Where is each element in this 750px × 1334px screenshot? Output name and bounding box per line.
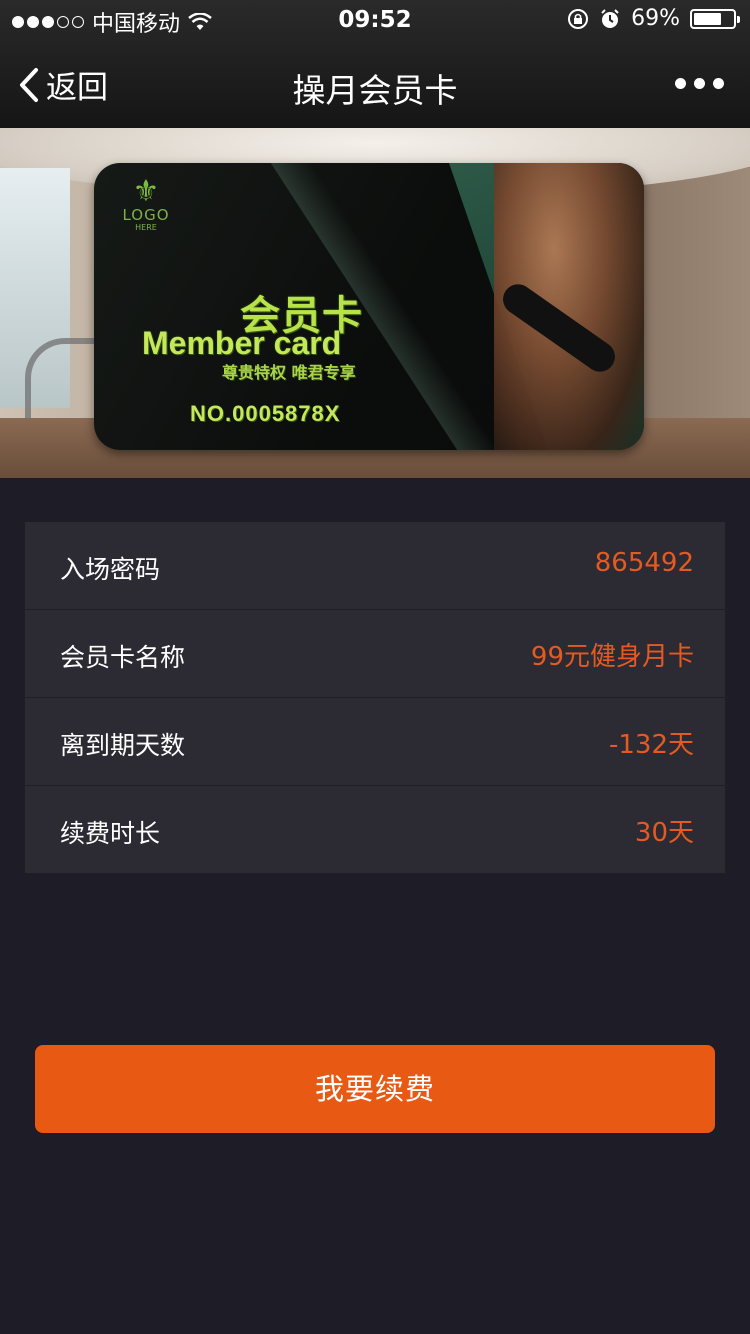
renewal-duration-label: 续费时长 xyxy=(60,819,161,848)
status-right: 69% xyxy=(567,6,740,31)
page-title: 操月会员卡 xyxy=(292,71,458,110)
list-item: 会员卡名称 99元健身月卡 xyxy=(25,610,725,698)
rotation-lock-icon xyxy=(568,8,589,29)
card-logo: ⚜ LOGO HERE xyxy=(116,174,176,233)
card-name-label: 会员卡名称 xyxy=(60,643,186,672)
card-title-en: Member card xyxy=(142,325,342,361)
renew-button[interactable]: 我要续费 xyxy=(35,1045,715,1133)
battery-percent: 69% xyxy=(631,6,680,31)
card-number: NO.0005878X xyxy=(190,401,341,426)
member-card: ⚜ LOGO HERE 会员卡 Member card 尊贵特权 唯君专享 NO… xyxy=(94,163,644,450)
days-to-expiry-label: 离到期天数 xyxy=(60,731,186,760)
days-to-expiry-value: -132天 xyxy=(608,730,694,760)
card-name-value: 99元健身月卡 xyxy=(530,642,694,672)
renewal-duration-value: 30天 xyxy=(634,818,694,848)
nav-bar: 返回 操月会员卡 xyxy=(0,40,750,128)
list-item: 入场密码 865492 xyxy=(25,522,725,610)
more-options-icon[interactable] xyxy=(675,78,724,89)
list-item: 离到期天数 -132天 xyxy=(25,698,725,786)
status-bar: 中国移动 09:52 69% xyxy=(0,0,750,40)
alarm-clock-icon xyxy=(601,8,619,28)
fleur-de-lis-icon: ⚜ xyxy=(132,174,160,209)
card-slogan: 尊贵特权 唯君专享 xyxy=(222,363,356,382)
battery-icon xyxy=(690,8,740,29)
card-info-list: 入场密码 865492 会员卡名称 99元健身月卡 离到期天数 -132天 续费… xyxy=(25,522,725,873)
entry-password-label: 入场密码 xyxy=(60,555,161,584)
list-item: 续费时长 30天 xyxy=(25,786,725,873)
entry-password-value: 865492 xyxy=(594,548,694,578)
